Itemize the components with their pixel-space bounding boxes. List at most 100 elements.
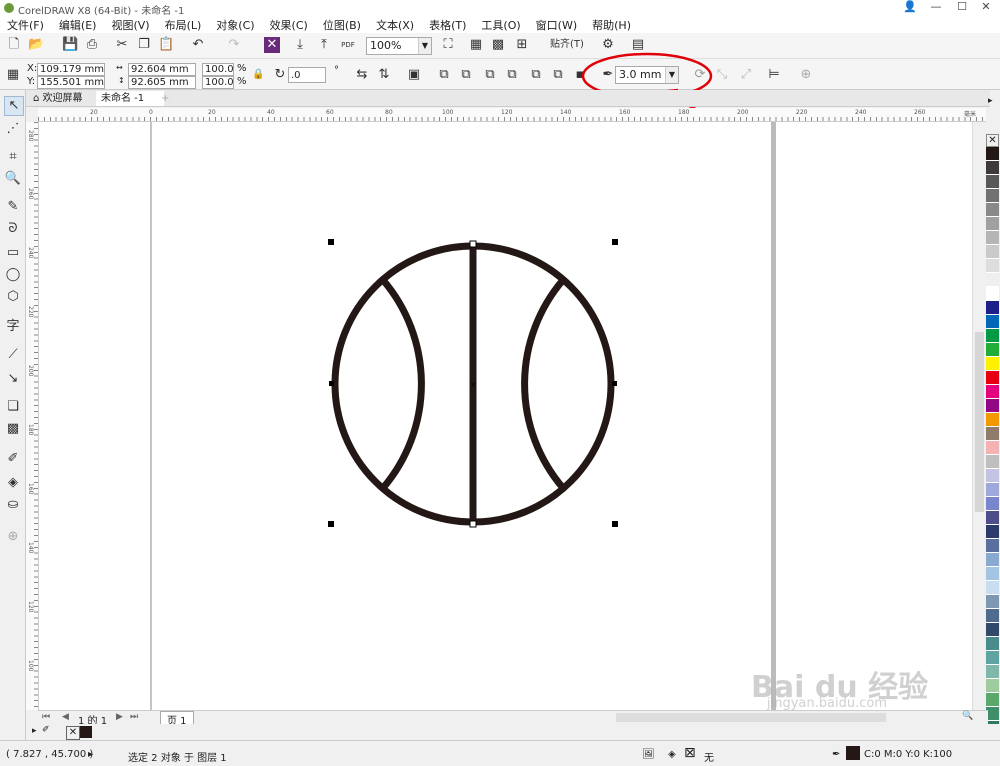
add-icon[interactable]: ⊕ bbox=[798, 67, 814, 83]
snap-to-button[interactable]: 贴齐(T) bbox=[544, 37, 590, 53]
break-apart-icon[interactable]: ⤡ bbox=[714, 67, 730, 83]
palette-swatch[interactable] bbox=[986, 203, 999, 217]
palette-swatch[interactable] bbox=[986, 455, 999, 469]
palette-swatch[interactable] bbox=[986, 567, 999, 581]
black-swatch[interactable] bbox=[80, 726, 92, 738]
search-content-icon[interactable]: ✕ bbox=[264, 37, 280, 53]
palette-swatch[interactable] bbox=[986, 679, 999, 693]
simplify-icon[interactable]: ⧉ bbox=[504, 67, 520, 83]
ellipse-tool-icon[interactable]: ◯ bbox=[4, 266, 22, 284]
zoom-combo[interactable]: 100% ▼ bbox=[366, 37, 432, 55]
full-screen-icon[interactable]: ⛶ bbox=[440, 37, 456, 53]
menu-text[interactable]: 文本(X) bbox=[369, 16, 422, 33]
outline-width-combo[interactable]: 3.0 mm ▼ bbox=[615, 66, 679, 84]
last-page-button[interactable]: ⏭ bbox=[130, 712, 138, 722]
palette-swatch[interactable] bbox=[986, 371, 999, 385]
color-eyedropper-icon[interactable]: ✐ bbox=[4, 450, 22, 468]
scale-width-field[interactable]: 100.0 bbox=[202, 63, 234, 76]
status-arrow-icon[interactable]: ▸ bbox=[88, 749, 93, 760]
palette-swatch[interactable] bbox=[986, 637, 999, 651]
import-icon[interactable]: ⤓ bbox=[292, 37, 308, 53]
new-tab-button[interactable]: + bbox=[156, 91, 174, 106]
palette-swatch[interactable] bbox=[986, 469, 999, 483]
palette-swatch[interactable] bbox=[986, 189, 999, 203]
palette-swatch[interactable] bbox=[986, 651, 999, 665]
combine-icon[interactable]: ⤢ bbox=[738, 67, 754, 83]
palette-swatch[interactable] bbox=[986, 595, 999, 609]
add-tool-icon[interactable]: ⊕ bbox=[4, 528, 22, 546]
polygon-tool-icon[interactable]: ⬡ bbox=[4, 288, 22, 306]
palette-swatch[interactable] bbox=[986, 245, 999, 259]
minimize-button[interactable]: — bbox=[924, 0, 948, 16]
account-icon[interactable]: 👤 bbox=[898, 0, 922, 16]
palette-swatch[interactable] bbox=[986, 427, 999, 441]
maximize-button[interactable]: ☐ bbox=[950, 0, 974, 16]
menu-object[interactable]: 对象(C) bbox=[209, 16, 262, 33]
pick-tool-icon[interactable]: ↖ bbox=[4, 96, 24, 116]
prev-page-button[interactable]: ◀ bbox=[62, 712, 69, 722]
undo-icon[interactable]: ↶ bbox=[190, 37, 206, 53]
mirror-horizontal-icon[interactable]: ⇆ bbox=[354, 67, 370, 83]
crop-tool-icon[interactable]: ⌗ bbox=[4, 148, 22, 166]
scrollbar-thumb[interactable] bbox=[975, 332, 984, 512]
palette-swatch[interactable] bbox=[986, 259, 999, 273]
palette-swatch[interactable] bbox=[986, 581, 999, 595]
docker-expand-icon[interactable]: ▸ bbox=[988, 96, 993, 106]
palette-swatch[interactable] bbox=[986, 357, 999, 371]
connector-tool-icon[interactable]: ↘ bbox=[4, 370, 22, 388]
intersect-icon[interactable]: ⧉ bbox=[482, 67, 498, 83]
smart-fill-icon[interactable]: ⛀ bbox=[4, 496, 22, 514]
palette-swatch[interactable] bbox=[986, 483, 999, 497]
x-position-field[interactable]: 109.179 mm bbox=[37, 63, 105, 76]
width-field[interactable]: 92.604 mm bbox=[128, 63, 196, 76]
publish-pdf-icon[interactable]: PDF bbox=[340, 37, 356, 53]
palette-swatch[interactable] bbox=[986, 693, 999, 707]
palette-swatch[interactable] bbox=[986, 665, 999, 679]
palette-swatch[interactable] bbox=[986, 525, 999, 539]
parallel-dimension-icon[interactable]: ⟋ bbox=[4, 346, 22, 364]
palette-swatch[interactable] bbox=[986, 623, 999, 637]
menu-table[interactable]: 表格(T) bbox=[422, 16, 474, 33]
redo-icon[interactable]: ↷ bbox=[226, 37, 242, 53]
drop-shadow-icon[interactable]: ❏ bbox=[4, 398, 22, 416]
palette-menu-icon[interactable]: ▸ bbox=[32, 726, 37, 736]
palette-swatch[interactable] bbox=[986, 147, 999, 161]
tab-welcome[interactable]: ⌂ 欢迎屏幕 bbox=[28, 91, 104, 106]
artistic-media-icon[interactable]: ᘐ bbox=[4, 220, 22, 238]
palette-swatch[interactable] bbox=[986, 609, 999, 623]
palette-swatch[interactable] bbox=[986, 539, 999, 553]
menu-tools[interactable]: 工具(O) bbox=[474, 16, 528, 33]
lock-ratio-icon[interactable]: 🔒 bbox=[252, 69, 264, 80]
rotation-field[interactable]: .0 bbox=[288, 67, 326, 83]
copy-icon[interactable]: ❐ bbox=[136, 37, 152, 53]
palette-swatch[interactable] bbox=[986, 301, 999, 315]
palette-swatch[interactable] bbox=[986, 441, 999, 455]
palette-swatch[interactable] bbox=[986, 231, 999, 245]
palette-swatch[interactable] bbox=[986, 553, 999, 567]
cut-icon[interactable]: ✂ bbox=[114, 37, 130, 53]
drawing-canvas[interactable]: × Bai du 经验 jingyan.baidu.com bbox=[39, 122, 972, 711]
trim-icon[interactable]: ⧉ bbox=[458, 67, 474, 83]
export-icon[interactable]: ⤒ bbox=[316, 37, 332, 53]
scale-height-field[interactable]: 100.0 bbox=[202, 76, 234, 89]
palette-swatch[interactable] bbox=[986, 315, 999, 329]
first-page-button[interactable]: ⏮ bbox=[42, 712, 50, 722]
tab-document[interactable]: 未命名 -1 bbox=[96, 91, 164, 106]
palette-swatch[interactable] bbox=[986, 329, 999, 343]
save-icon[interactable]: 💾 bbox=[62, 37, 78, 53]
freehand-tool-icon[interactable]: ✎ bbox=[4, 198, 22, 216]
boundary-icon[interactable]: ▪ bbox=[572, 67, 588, 83]
palette-swatch[interactable] bbox=[986, 385, 999, 399]
new-document-icon[interactable]: 🗋 bbox=[6, 37, 22, 53]
guidelines-icon[interactable]: ⊞ bbox=[514, 37, 530, 53]
interactive-fill-icon[interactable]: ◈ bbox=[4, 474, 22, 492]
palette-swatch[interactable] bbox=[986, 497, 999, 511]
palette-swatch[interactable] bbox=[986, 287, 999, 301]
mirror-vertical-icon[interactable]: ⇅ bbox=[376, 67, 392, 83]
zoom-tool-icon[interactable]: 🔍 bbox=[4, 170, 22, 188]
palette-swatch[interactable] bbox=[986, 273, 999, 287]
menu-help[interactable]: 帮助(H) bbox=[585, 16, 639, 33]
palette-swatch[interactable] bbox=[986, 217, 999, 231]
menu-bitmaps[interactable]: 位图(B) bbox=[316, 16, 369, 33]
open-icon[interactable]: 📂 bbox=[28, 37, 44, 53]
